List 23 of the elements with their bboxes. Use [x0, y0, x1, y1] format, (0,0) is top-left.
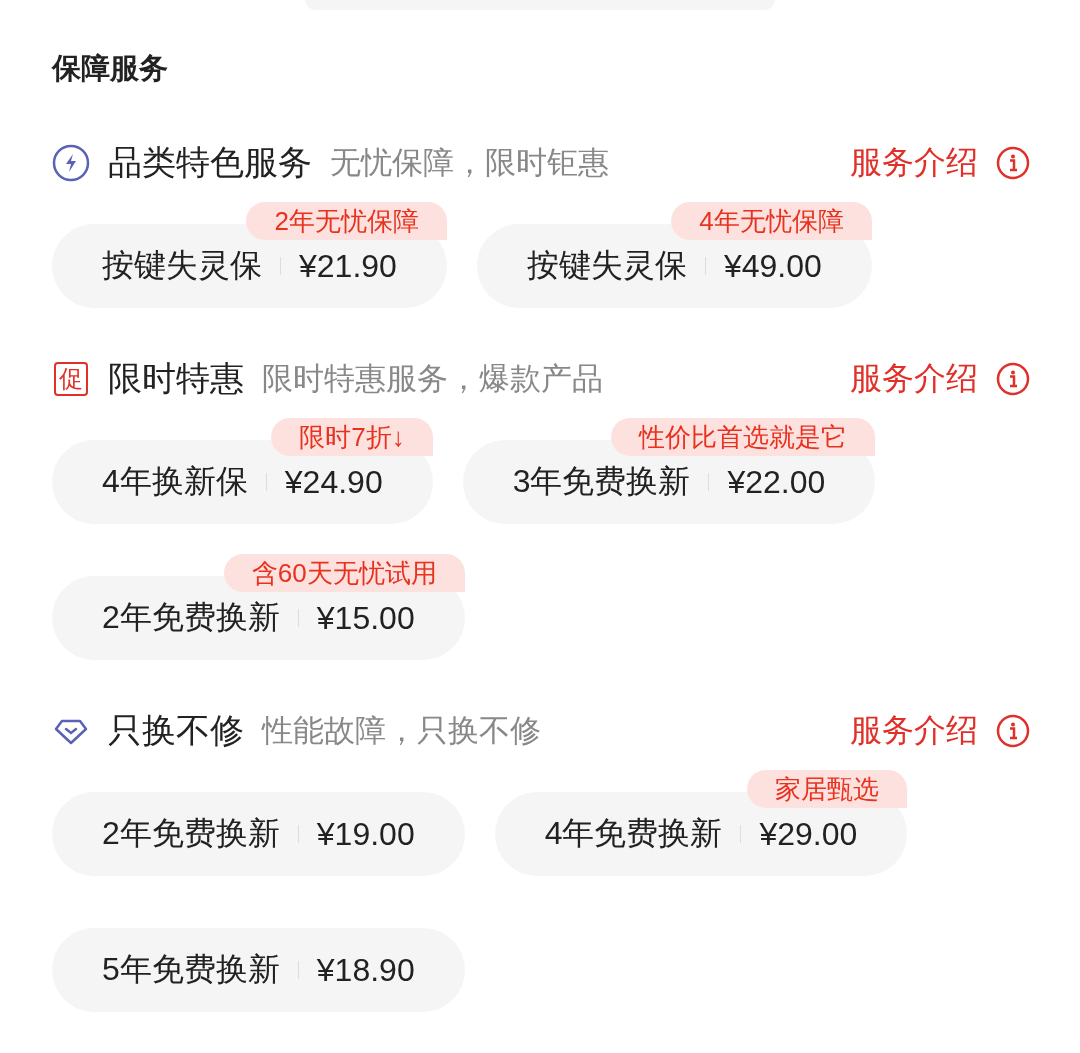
- promo-badge: 4年无忧保障: [671, 202, 872, 240]
- group-title: 限时特惠: [108, 358, 244, 399]
- promo-badge: 性价比首选就是它: [611, 418, 876, 456]
- section-title: 保障服务: [52, 51, 169, 86]
- promo-badge: 2年无忧保障: [246, 202, 447, 240]
- service-intro-link[interactable]: 服务介绍: [850, 709, 1030, 753]
- group-subtitle: 限时特惠服务，爆款产品: [262, 360, 603, 398]
- info-icon: [996, 362, 1030, 396]
- service-option[interactable]: 2年免费换新 ¥19.00: [52, 792, 465, 876]
- info-icon: [996, 714, 1030, 748]
- group-subtitle: 性能故障，只换不修: [262, 712, 541, 750]
- group-title: 品类特色服务: [108, 142, 312, 183]
- group-title: 只换不修: [108, 710, 244, 751]
- service-option[interactable]: 5年免费换新 ¥18.90: [52, 928, 465, 1012]
- service-intro-link[interactable]: 服务介绍: [850, 141, 1030, 185]
- info-icon: [996, 146, 1030, 180]
- promo-badge: 含60天无忧试用: [223, 554, 465, 592]
- group-subtitle: 无忧保障，限时钜惠: [330, 144, 609, 182]
- promo-badge: 限时7折↓: [271, 418, 433, 456]
- lightning-icon: [52, 144, 90, 182]
- promo-icon: 促: [54, 362, 88, 396]
- promo-badge: 家居甄选: [747, 770, 908, 808]
- service-intro-link[interactable]: 服务介绍: [850, 357, 1030, 401]
